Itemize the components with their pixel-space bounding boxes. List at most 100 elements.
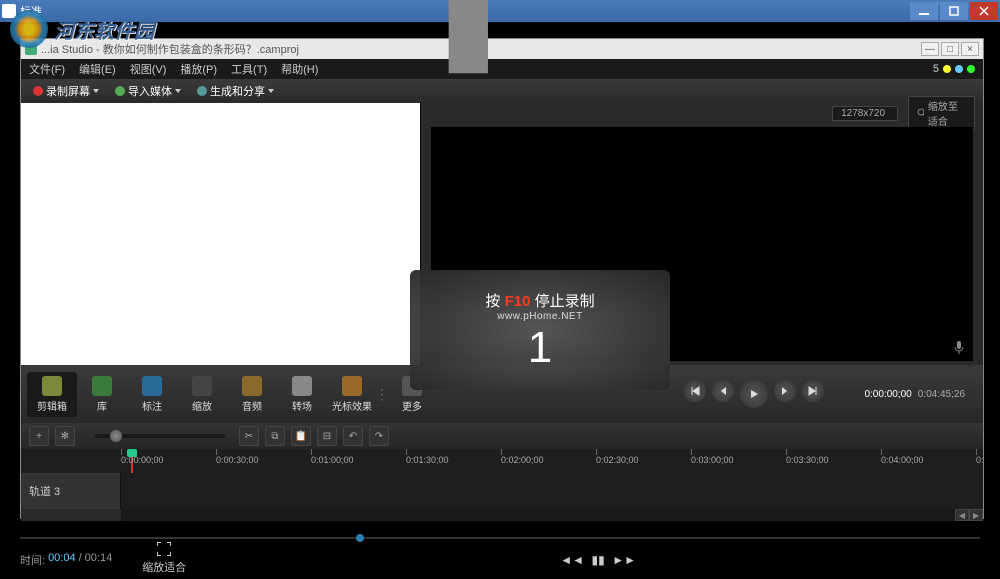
tab-callouts[interactable]: 标注 xyxy=(127,372,177,417)
zoom-icon xyxy=(192,376,212,396)
menu-view[interactable]: 视图(V) xyxy=(130,61,167,77)
ruler-mark: 0:03:00;00 xyxy=(691,449,734,465)
bottom-time-display: 时间: 00:04 / 00:14 xyxy=(20,552,112,568)
add-track-button[interactable]: + xyxy=(29,426,49,446)
tab-cursor-effects[interactable]: 光标效果 xyxy=(327,372,377,417)
menu-tools[interactable]: 工具(T) xyxy=(231,61,267,77)
timeline-tracks: 轨道 3 xyxy=(21,473,983,509)
bottom-next-button[interactable]: ►► xyxy=(616,552,632,568)
zoom-handle[interactable] xyxy=(110,430,122,442)
record-icon xyxy=(33,86,43,96)
status-dot-icon xyxy=(943,65,951,73)
canvas-dimensions-chip[interactable]: 1278x720 xyxy=(832,106,898,121)
menu-play[interactable]: 播放(P) xyxy=(180,61,217,77)
tab-zoom[interactable]: 缩放 xyxy=(177,372,227,417)
progress-handle[interactable] xyxy=(356,534,364,542)
watermark-text: 河东软件园 xyxy=(54,15,154,44)
ruler-mark: 0:01:00;00 xyxy=(311,449,354,465)
bottom-player-bar: 时间: 00:04 / 00:14 缩放适合 ◄◄ ▮▮ ►► xyxy=(0,529,1000,579)
caret-down-icon xyxy=(175,89,181,93)
menu-status: 5 xyxy=(933,63,975,75)
countdown-number: 1 xyxy=(528,326,552,370)
search-icon xyxy=(917,108,924,118)
progress-track[interactable] xyxy=(20,537,980,539)
ruler-mark: 0:02:30;00 xyxy=(596,449,639,465)
recording-hint: 按 F10 停止录制 xyxy=(485,290,594,311)
audio-icon xyxy=(242,376,262,396)
timeline-toolbar: + ✻ ✂ ⧉ 📋 ⊟ ↶ ↷ xyxy=(21,423,983,449)
cut-button[interactable]: ✂ xyxy=(239,426,259,446)
site-watermark: 河东软件园 xyxy=(10,10,154,48)
timecode-current: 0:00:00;00 xyxy=(864,389,911,400)
outer-maximize-button[interactable] xyxy=(940,2,968,20)
inner-minimize-button[interactable]: — xyxy=(921,42,939,56)
bottom-pause-button[interactable]: ▮▮ xyxy=(590,552,606,568)
clip-bin-panel[interactable] xyxy=(21,103,421,365)
copy-button[interactable]: ⧉ xyxy=(265,426,285,446)
menu-file[interactable]: 文件(F) xyxy=(29,61,65,77)
zoom-fit-chip[interactable]: 缩放至适合 xyxy=(908,96,975,130)
tab-audio[interactable]: 音频 xyxy=(227,372,277,417)
tab-library[interactable]: 库 xyxy=(77,372,127,417)
track-content[interactable] xyxy=(121,473,983,509)
timeline-zoom-slider[interactable] xyxy=(95,434,225,438)
cursor-effects-icon xyxy=(342,376,362,396)
scroll-track[interactable] xyxy=(121,509,955,521)
callouts-icon xyxy=(142,376,162,396)
ruler-mark: 0:03:30;00 xyxy=(786,449,829,465)
timeline-ruler[interactable]: 0:00:00;00 0:00:30;00 0:01:00;00 0:01:30;00… xyxy=(21,449,983,473)
produce-icon xyxy=(197,86,207,96)
status-dot-icon xyxy=(967,65,975,73)
tab-transitions[interactable]: 转场 xyxy=(277,372,327,417)
produce-share-button[interactable]: 生成和分享 xyxy=(191,81,280,101)
outer-minimize-button[interactable] xyxy=(910,2,938,20)
bottom-prev-button[interactable]: ◄◄ xyxy=(564,552,580,568)
ruler-mark: 0:00:00;00 xyxy=(121,449,164,465)
watermark-logo-icon xyxy=(10,10,48,48)
status-dot-icon xyxy=(955,65,963,73)
overlay-brand: www.pHome.NET xyxy=(497,311,582,322)
timecode-display: 0:00:00;00 0:04:45;26 xyxy=(864,389,965,400)
ruler-mark: 0:04:30;00 xyxy=(976,449,983,465)
import-media-button[interactable]: 导入媒体 xyxy=(109,81,187,101)
skip-forward-button[interactable] xyxy=(802,380,824,402)
inner-close-button[interactable]: × xyxy=(961,42,979,56)
skip-back-button[interactable] xyxy=(684,380,706,402)
ruler-mark: 0:01:30;00 xyxy=(406,449,449,465)
track-settings-button[interactable]: ✻ xyxy=(55,426,75,446)
hotkey-label: F10 xyxy=(505,293,531,310)
recording-countdown-overlay: 按 F10 停止录制 www.pHome.NET 1 xyxy=(410,270,670,390)
caret-down-icon xyxy=(93,89,99,93)
play-button[interactable] xyxy=(740,380,768,408)
caret-down-icon xyxy=(268,89,274,93)
import-icon xyxy=(115,86,125,96)
status-count: 5 xyxy=(933,63,939,75)
clip-bin-icon xyxy=(42,376,62,396)
microphone-icon[interactable] xyxy=(951,339,967,355)
fit-icon xyxy=(157,542,171,556)
redo-button[interactable]: ↷ xyxy=(369,426,389,446)
ruler-mark: 0:00:30;00 xyxy=(216,449,259,465)
step-forward-button[interactable] xyxy=(774,380,796,402)
menu-help[interactable]: 帮助(H) xyxy=(281,61,318,77)
ruler-mark: 0:02:00;00 xyxy=(501,449,544,465)
scroll-left-button[interactable]: ◀ xyxy=(955,509,969,521)
menu-edit[interactable]: 编辑(E) xyxy=(79,61,116,77)
record-screen-button[interactable]: 录制屏幕 xyxy=(27,81,105,101)
step-back-button[interactable] xyxy=(712,380,734,402)
scroll-right-button[interactable]: ▶ xyxy=(969,509,983,521)
tab-separator-icon: ⋮ xyxy=(377,379,387,409)
transitions-icon xyxy=(292,376,312,396)
track-header[interactable]: 轨道 3 xyxy=(21,473,121,509)
ruler-mark: 0:04:00;00 xyxy=(881,449,924,465)
timecode-total: 0:04:45;26 xyxy=(918,389,965,400)
inner-maximize-button[interactable]: □ xyxy=(941,42,959,56)
timeline-scrollbar: ◀ ▶ xyxy=(21,509,983,521)
undo-button[interactable]: ↶ xyxy=(343,426,363,446)
paste-button[interactable]: 📋 xyxy=(291,426,311,446)
fit-to-screen-button[interactable]: 缩放适合 xyxy=(142,542,186,575)
split-button[interactable]: ⊟ xyxy=(317,426,337,446)
tab-clip-bin[interactable]: 剪辑箱 xyxy=(27,372,77,417)
outer-close-button[interactable] xyxy=(970,2,998,20)
library-icon xyxy=(92,376,112,396)
